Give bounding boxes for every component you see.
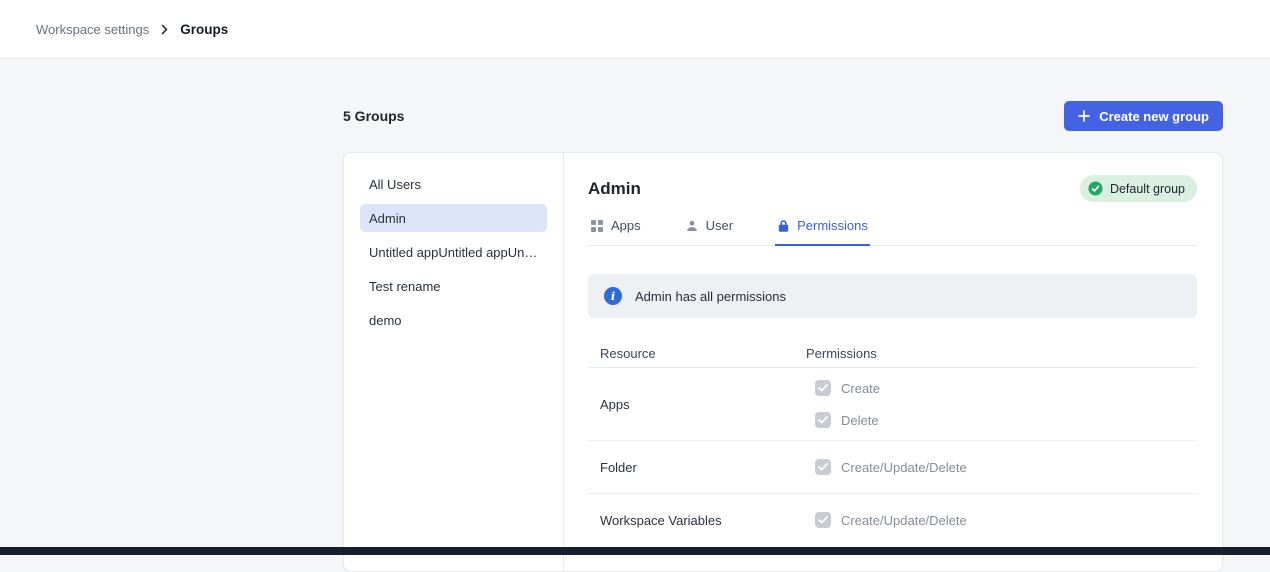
create-new-group-label: Create new group [1099,109,1209,124]
tab-user[interactable]: User [683,218,735,246]
group-item-test-rename[interactable]: Test rename [360,272,547,300]
group-item-admin[interactable]: Admin [360,204,547,232]
default-group-badge-label: Default group [1110,182,1185,196]
permission-line-create: Create [806,372,1197,404]
permission-label: Create [841,381,880,396]
groups-toolbar: 5 Groups Create new group [343,101,1223,131]
table-row-apps: Apps Create Delete [588,368,1197,441]
group-item-label: Untitled appUntitled appUntitle… [369,245,538,260]
table-row-workspace-variables: Workspace Variables Create/Update/Delete [588,494,1197,546]
column-header-resource: Resource [588,346,806,361]
permissions-table-header: Resource Permissions [588,339,1197,368]
permission-line-workspace-vars-cud: Create/Update/Delete [806,504,1197,536]
tab-apps-label: Apps [611,218,641,233]
info-icon: i [604,287,622,305]
breadcrumb-current-groups: Groups [180,22,228,37]
groups-page-content: 5 Groups Create new group All Users Admi… [343,101,1223,572]
group-item-label: Admin [369,211,406,226]
group-item-label: demo [369,313,402,328]
group-item-label: Test rename [369,279,441,294]
check-circle-icon [1088,181,1103,196]
group-detail-tabs: Apps User Permissions [588,218,1197,246]
breadcrumb-workspace-settings[interactable]: Workspace settings [36,22,149,37]
info-banner-text: Admin has all permissions [635,289,786,304]
permission-checkbox-create[interactable] [815,380,831,396]
chevron-right-icon [159,24,170,35]
permission-line-folder-cud: Create/Update/Delete [806,451,1197,483]
permission-lines: Create/Update/Delete [806,504,1197,536]
top-bar: Workspace settings Groups [0,0,1270,59]
permission-checkbox-workspace-vars[interactable] [815,512,831,528]
create-new-group-button[interactable]: Create new group [1064,101,1223,131]
permissions-info-banner: i Admin has all permissions [588,274,1197,318]
bottom-bar [0,547,1270,555]
resource-name: Folder [588,460,806,475]
apps-grid-icon [590,219,604,233]
tab-user-label: User [706,218,733,233]
permission-label: Delete [841,413,879,428]
group-detail-header: Admin Default group [588,175,1197,202]
tab-permissions-label: Permissions [797,218,868,233]
plus-icon [1078,110,1090,122]
tab-permissions[interactable]: Permissions [775,218,870,246]
column-header-permissions: Permissions [806,346,1197,361]
tab-apps[interactable]: Apps [588,218,643,246]
default-group-badge: Default group [1080,175,1197,202]
groups-card: All Users Admin Untitled appUntitled app… [343,152,1223,572]
group-item-demo[interactable]: demo [360,306,547,334]
permission-label: Create/Update/Delete [841,460,967,475]
permission-lines: Create Delete [806,372,1197,436]
group-item-all-users[interactable]: All Users [360,170,547,198]
groups-count-label: 5 Groups [343,108,404,124]
group-item-untitled-app[interactable]: Untitled appUntitled appUntitle… [360,238,547,266]
resource-name: Workspace Variables [588,513,806,528]
table-row-folder: Folder Create/Update/Delete [588,441,1197,494]
group-item-label: All Users [369,177,421,192]
group-title: Admin [588,179,641,199]
permissions-table: Resource Permissions Apps Create [588,339,1197,546]
permission-checkbox-delete[interactable] [815,412,831,428]
resource-name: Apps [588,397,806,412]
permission-lines: Create/Update/Delete [806,451,1197,483]
permission-line-delete: Delete [806,404,1197,436]
group-list-sidebar: All Users Admin Untitled appUntitled app… [344,153,564,571]
permission-label: Create/Update/Delete [841,513,967,528]
lock-icon [777,219,790,233]
group-detail-panel: Admin Default group Apps [564,153,1222,571]
user-icon [685,219,699,233]
permission-checkbox-folder[interactable] [815,459,831,475]
